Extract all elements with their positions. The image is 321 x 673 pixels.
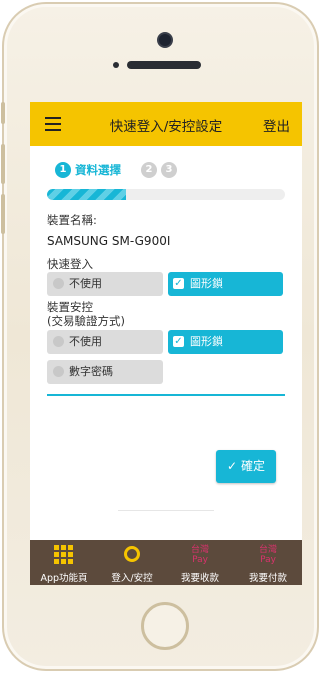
section-divider (47, 394, 285, 396)
grid-icon (54, 545, 74, 565)
logout-button[interactable]: 登出 (263, 115, 290, 135)
front-camera (159, 34, 171, 46)
progress-bar (47, 189, 285, 200)
nav-app-functions[interactable]: App功能頁 (30, 540, 98, 585)
phone-frame: 快速登入/安控設定 登出 1 資料選擇 2 3 裝置名稱: SAMSUNG SM… (1, 2, 319, 671)
option-label: 圖形鎖 (190, 277, 223, 290)
earpiece-speaker (127, 61, 201, 69)
option-label: 數字密碼 (69, 365, 113, 378)
device-name-label: 裝置名稱: (47, 213, 97, 227)
taiwan-pay-icon: 台灣 Pay (258, 545, 277, 565)
device-security-sublabel: (交易驗證方式) (47, 314, 125, 328)
home-button[interactable] (141, 602, 189, 650)
nav-label: 登入/安控 (111, 573, 153, 584)
divider-faint (118, 510, 214, 511)
bottom-nav: App功能頁 登入/安控 台灣 Pay 我要收款 台灣 Pay 我要付款 (30, 540, 302, 585)
nav-make-payment[interactable]: 台灣 Pay 我要付款 (234, 540, 302, 585)
proximity-sensor (113, 62, 119, 68)
step-1-indicator: 1 (55, 162, 71, 178)
nav-label: App功能頁 (40, 573, 88, 584)
app-screen: 快速登入/安控設定 登出 1 資料選擇 2 3 裝置名稱: SAMSUNG SM… (30, 102, 302, 585)
check-icon: ✓ (227, 459, 238, 473)
nav-receive-payment[interactable]: 台灣 Pay 我要收款 (166, 540, 234, 585)
quick-login-option-off[interactable]: 不使用 (47, 272, 163, 296)
option-label: 圖形鎖 (190, 335, 223, 348)
radio-icon (53, 278, 64, 289)
confirm-button[interactable]: ✓ 確定 (216, 450, 276, 483)
page-title: 快速登入/安控設定 (109, 119, 223, 135)
volume-down-button (1, 194, 5, 234)
nav-login-security[interactable]: 登入/安控 (98, 540, 166, 585)
radio-icon (53, 336, 64, 347)
step-current-label: 資料選擇 (75, 163, 121, 177)
checkbox-checked-icon: ✓ (173, 278, 184, 289)
device-name-value: SAMSUNG SM-G900I (47, 234, 171, 248)
volume-up-button (1, 144, 5, 184)
mute-switch (1, 102, 5, 124)
security-option-pattern[interactable]: ✓ 圖形鎖 (168, 330, 283, 354)
security-option-pin[interactable]: 數字密碼 (47, 360, 163, 384)
nav-label: 我要付款 (248, 573, 287, 584)
progress-fill (47, 189, 126, 200)
taiwan-pay-icon: 台灣 Pay (190, 545, 209, 565)
radio-icon (53, 366, 64, 377)
checkbox-checked-icon: ✓ (173, 336, 184, 347)
nav-label: 我要收款 (180, 573, 219, 584)
confirm-label: 確定 (240, 459, 265, 473)
option-label: 不使用 (69, 335, 102, 348)
gear-icon (122, 545, 142, 565)
step-3-indicator: 3 (161, 162, 177, 178)
step-2-indicator: 2 (141, 162, 157, 178)
option-label: 不使用 (69, 277, 102, 290)
security-option-off[interactable]: 不使用 (47, 330, 163, 354)
quick-login-label: 快速登入 (47, 257, 93, 271)
quick-login-option-pattern[interactable]: ✓ 圖形鎖 (168, 272, 283, 296)
top-bar: 快速登入/安控設定 登出 (30, 102, 302, 146)
